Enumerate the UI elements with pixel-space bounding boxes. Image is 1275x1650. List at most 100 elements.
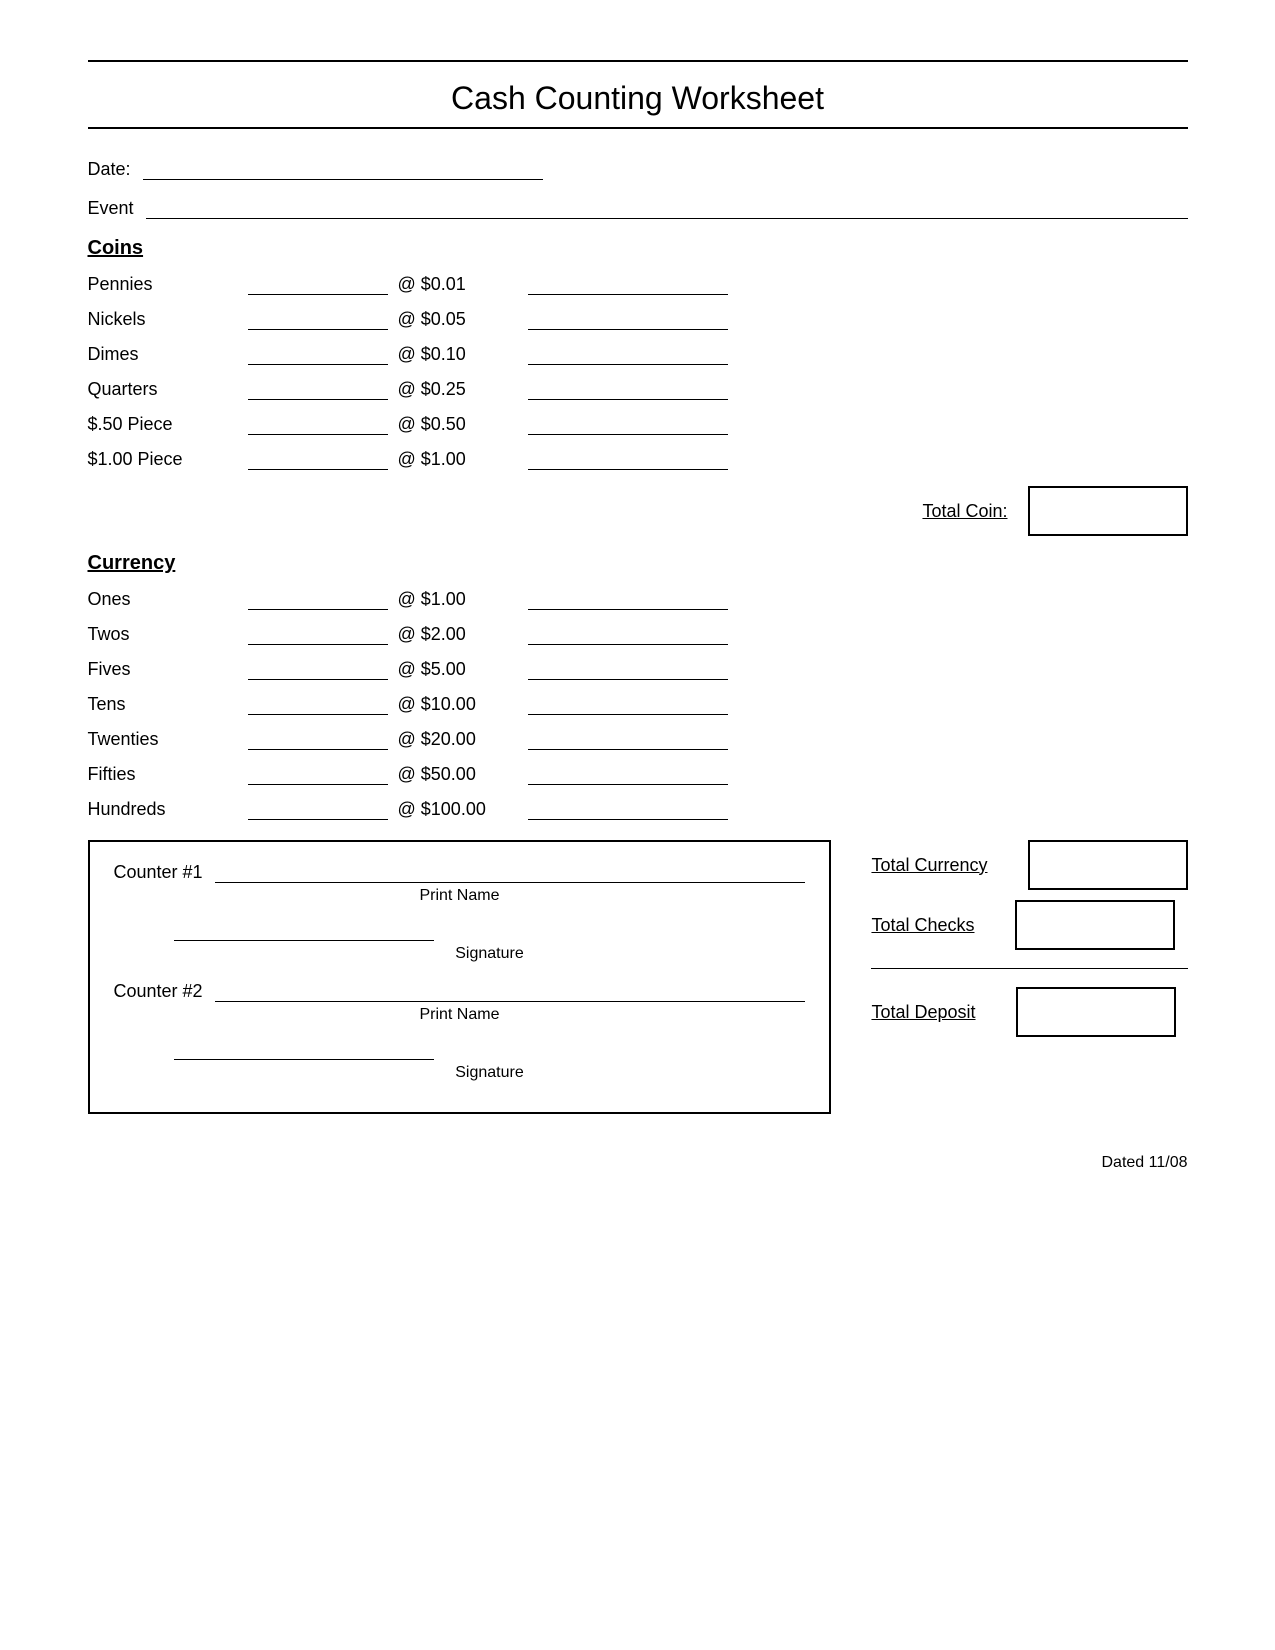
counter1-block: Counter #1 Print Name Signature [114,862,806,963]
coin-qty-5[interactable] [248,450,388,470]
coin-qty-1[interactable] [248,310,388,330]
currency-row-6: Hundreds @ $100.00 [88,799,1188,820]
coin-qty-2[interactable] [248,345,388,365]
total-deposit-box[interactable] [1016,987,1176,1037]
event-row: Event [88,198,1188,219]
currency-row-2: Fives @ $5.00 [88,659,1188,680]
currency-result-4[interactable] [528,730,728,750]
coin-label-3: Quarters [88,379,248,400]
currency-result-0[interactable] [528,590,728,610]
coin-result-4[interactable] [528,415,728,435]
coin-label-1: Nickels [88,309,248,330]
currency-result-5[interactable] [528,765,728,785]
bottom-title-rule [88,127,1188,129]
coin-row-2: Dimes @ $0.10 [88,344,1188,365]
total-currency-box[interactable] [1028,840,1188,890]
coin-row-3: Quarters @ $0.25 [88,379,1188,400]
currency-row-0: Ones @ $1.00 [88,589,1188,610]
coin-result-5[interactable] [528,450,728,470]
counter2-print-name-label: Print Name [114,1006,806,1024]
currency-row-4: Twenties @ $20.00 [88,729,1188,750]
page-title: Cash Counting Worksheet [88,70,1188,127]
currency-result-3[interactable] [528,695,728,715]
coin-qty-0[interactable] [248,275,388,295]
coin-label-4: $.50 Piece [88,414,248,435]
coin-label-5: $1.00 Piece [88,449,248,470]
coin-result-2[interactable] [528,345,728,365]
coin-row-4: $.50 Piece @ $0.50 [88,414,1188,435]
counter1-label: Counter #1 [114,862,203,883]
currency-rate-6: @ $100.00 [398,799,508,820]
currency-row-1: Twos @ $2.00 [88,624,1188,645]
date-input[interactable] [143,160,543,180]
currency-label-1: Twos [88,624,248,645]
counter2-block: Counter #2 Print Name Signature [114,981,806,1082]
currency-row-5: Fifties @ $50.00 [88,764,1188,785]
total-checks-label: Total Checks [871,915,974,936]
coin-row-0: Pennies @ $0.01 [88,274,1188,295]
dated-footer: Dated 11/08 [88,1154,1188,1172]
coin-rate-1: @ $0.05 [398,309,508,330]
total-currency-label: Total Currency [871,855,987,876]
currency-qty-3[interactable] [248,695,388,715]
right-totals-area: Total Currency Total Checks Total Deposi… [871,840,1187,1114]
event-input[interactable] [146,199,1188,219]
totals-separator [871,968,1187,969]
date-label: Date: [88,159,131,180]
currency-rate-2: @ $5.00 [398,659,508,680]
currency-qty-0[interactable] [248,590,388,610]
coin-qty-3[interactable] [248,380,388,400]
currency-qty-4[interactable] [248,730,388,750]
currency-list: Ones @ $1.00 Twos @ $2.00 Fives @ $5.00 … [88,589,1188,820]
counter2-row: Counter #2 [114,981,806,1002]
coin-rate-4: @ $0.50 [398,414,508,435]
currency-result-1[interactable] [528,625,728,645]
page-container: Cash Counting Worksheet Date: Event Coin… [88,60,1188,1172]
currency-qty-2[interactable] [248,660,388,680]
currency-rate-4: @ $20.00 [398,729,508,750]
counters-box: Counter #1 Print Name Signature Counter … [88,840,832,1114]
currency-result-2[interactable] [528,660,728,680]
currency-rate-5: @ $50.00 [398,764,508,785]
counter1-signature-label: Signature [174,945,806,963]
coin-rate-5: @ $1.00 [398,449,508,470]
currency-label-2: Fives [88,659,248,680]
coin-rate-3: @ $0.25 [398,379,508,400]
currency-label-5: Fifties [88,764,248,785]
date-row: Date: [88,159,1188,180]
total-coin-label: Total Coin: [922,501,1007,522]
counter2-label: Counter #2 [114,981,203,1002]
counter2-name-input[interactable] [215,982,806,1002]
currency-result-6[interactable] [528,800,728,820]
total-checks-box[interactable] [1015,900,1175,950]
counter1-row: Counter #1 [114,862,806,883]
counter1-signature-line[interactable] [174,921,434,941]
currency-qty-5[interactable] [248,765,388,785]
currency-qty-1[interactable] [248,625,388,645]
counter1-name-input[interactable] [215,863,806,883]
total-currency-row: Total Currency [871,840,1187,890]
coin-result-1[interactable] [528,310,728,330]
coin-qty-4[interactable] [248,415,388,435]
currency-rate-3: @ $10.00 [398,694,508,715]
total-deposit-row: Total Deposit [871,987,1187,1037]
counter1-print-name-label: Print Name [114,887,806,905]
counter2-signature-line[interactable] [174,1040,434,1060]
top-rule [88,60,1188,62]
coins-section-title: Coins [88,237,1188,260]
coin-row-1: Nickels @ $0.05 [88,309,1188,330]
currency-label-4: Twenties [88,729,248,750]
total-coin-row: Total Coin: [88,486,1188,536]
counter2-signature-label: Signature [174,1064,806,1082]
total-checks-row: Total Checks [871,900,1187,950]
total-coin-box[interactable] [1028,486,1188,536]
currency-rate-0: @ $1.00 [398,589,508,610]
currency-label-6: Hundreds [88,799,248,820]
currency-section-title: Currency [88,552,1188,575]
coins-list: Pennies @ $0.01 Nickels @ $0.05 Dimes @ … [88,274,1188,470]
coin-row-5: $1.00 Piece @ $1.00 [88,449,1188,470]
event-label: Event [88,198,134,219]
coin-result-3[interactable] [528,380,728,400]
currency-qty-6[interactable] [248,800,388,820]
coin-result-0[interactable] [528,275,728,295]
